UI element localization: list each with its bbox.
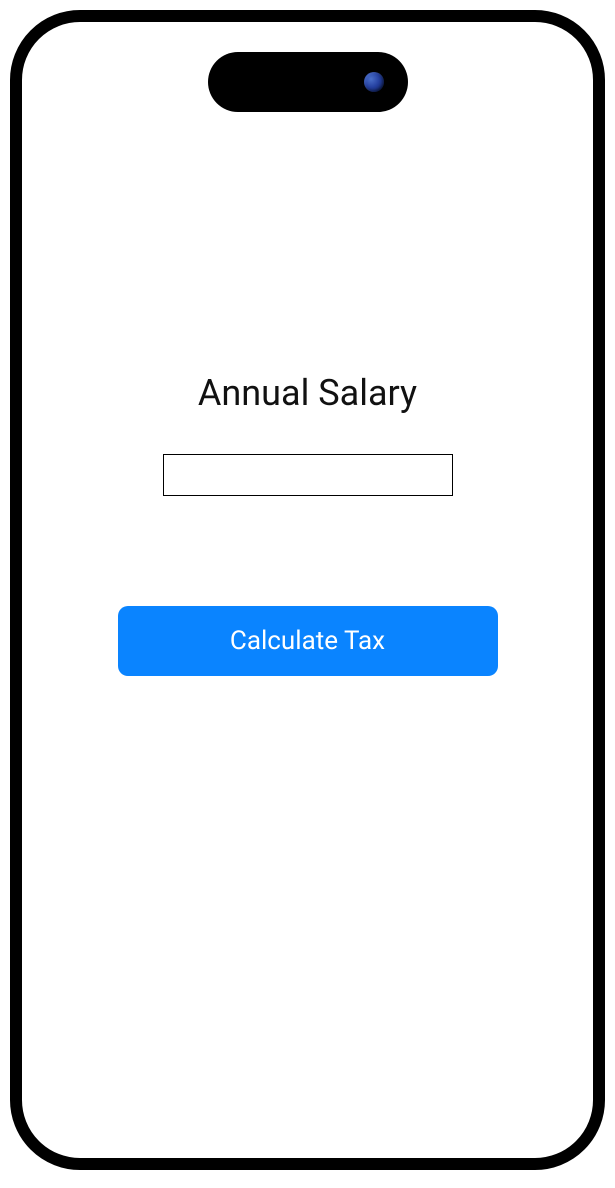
screen-content: Annual Salary Calculate Tax [22,22,593,676]
calculate-tax-button[interactable]: Calculate Tax [118,606,498,676]
camera-icon [364,72,384,92]
annual-salary-label: Annual Salary [198,372,417,414]
phone-frame: Annual Salary Calculate Tax [10,10,605,1170]
notch [208,52,408,112]
annual-salary-input[interactable] [163,454,453,496]
